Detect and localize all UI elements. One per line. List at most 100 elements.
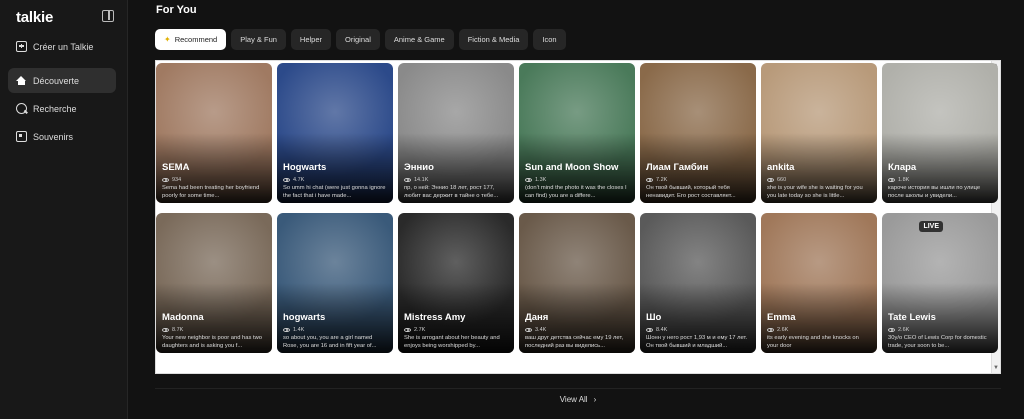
search-icon [16, 103, 27, 114]
eye-icon [404, 177, 411, 183]
character-card[interactable]: LIVE Tate Lewis 2.6K 30y/o CEO of Lewis Cor… [882, 213, 998, 353]
view-count: 7.2K [656, 177, 668, 183]
eye-icon [646, 327, 653, 333]
tab-fiction-media[interactable]: Fiction & Media [458, 29, 529, 50]
card-name: Tate Lewis [888, 312, 936, 323]
card-description: its early evening and she knocks on your… [767, 335, 859, 349]
home-icon [16, 75, 26, 86]
sidebar-item-label: Recherche [33, 103, 77, 114]
card-views: 1.3K [525, 177, 546, 183]
card-name: Emma [767, 312, 796, 323]
sidebar-item-decouverte[interactable]: Découverte [8, 68, 116, 93]
create-talkie-button[interactable]: Créer un Talkie [8, 34, 116, 59]
card-description: кароче история вы ишли по улице после шк… [888, 185, 981, 199]
character-card[interactable]: Mistress Amy 2.7K She is arrogant about he… [398, 213, 514, 353]
character-card[interactable]: hogwarts 1.4K so about you, you are a girl… [277, 213, 393, 353]
view-count: 934 [172, 177, 182, 183]
character-card[interactable]: Hogwarts 4.7K So umm hi chat (were just go… [277, 63, 393, 203]
eye-icon [162, 177, 169, 183]
card-description: 30y/o CEO of Lewis Corp for domestic tra… [888, 335, 987, 349]
eye-icon [283, 177, 290, 183]
card-description: пр, о ней: Эннио 18 лет, рост 177, любит… [404, 185, 499, 199]
sidebar-item-souvenirs[interactable]: Souvenirs [8, 124, 116, 149]
card-description: (don't mind the photo it was the closes … [525, 185, 627, 199]
card-name: hogwarts [283, 312, 326, 323]
card-name: Madonna [162, 312, 204, 323]
card-name: Шо [646, 312, 662, 323]
character-card[interactable]: Лиам Гамбин 7.2K Он твой бывший, который т… [640, 63, 756, 203]
tab-icon[interactable]: Icon [533, 29, 566, 50]
card-description: she is your wife she is waiting for you … [767, 185, 863, 199]
eye-icon [525, 327, 532, 333]
view-count: 2.6K [898, 327, 910, 333]
tab-play-fun[interactable]: Play & Fun [231, 29, 286, 50]
card-name: ankita [767, 162, 795, 173]
tab-original[interactable]: Original [336, 29, 380, 50]
eye-icon [888, 177, 895, 183]
character-card[interactable]: SEMA 934 Sema had been treating her boyfri… [156, 63, 272, 203]
eye-icon [646, 177, 653, 183]
view-all-label: View All [559, 395, 588, 404]
view-count: 1.4K [293, 327, 305, 333]
card-views: 8.4K [646, 327, 667, 333]
card-views: 8.7K [162, 327, 183, 333]
view-count: 660 [777, 177, 787, 183]
card-description: Sema had been treating her boyfriend poo… [162, 185, 260, 199]
view-all-button[interactable]: View All › [155, 388, 1001, 410]
sidebar-item-label: Découverte [33, 75, 80, 86]
view-count: 2.7K [414, 327, 426, 333]
card-description: So umm hi chat (were just gonna ignore t… [283, 185, 386, 199]
view-count: 1.3K [535, 177, 547, 183]
character-card[interactable]: Даня 3.4K ваш друг детства сейчас ему 19 л… [519, 213, 635, 353]
collapse-sidebar-icon[interactable] [102, 10, 114, 22]
sidebar-item-recherche[interactable]: Recherche [8, 96, 116, 121]
sidebar: talkie Créer un Talkie Découverte Recher… [0, 0, 128, 419]
character-card[interactable]: Emma 2.6K its early evening and she knocks… [761, 213, 877, 353]
star-icon: ✦ [164, 35, 171, 44]
card-name: SEMA [162, 162, 190, 173]
card-description: Your new neighbor is poor and has two da… [162, 335, 263, 349]
app-logo[interactable]: talkie [16, 9, 53, 26]
card-name: Даня [525, 312, 549, 323]
card-views: 1.8K [888, 177, 909, 183]
eye-icon [888, 327, 895, 333]
card-views: 2.6K [767, 327, 788, 333]
chevron-right-icon: › [593, 395, 597, 404]
card-name: Sun and Moon Show [525, 162, 619, 173]
card-views: 4.7K [283, 177, 304, 183]
eye-icon [283, 327, 290, 333]
character-card[interactable]: Madonna 8.7K Your new neighbor is poor and… [156, 213, 272, 353]
scroll-down-icon[interactable]: ▼ [993, 365, 999, 371]
card-views: 1.4K [283, 327, 304, 333]
character-card[interactable]: Шо 8.4K Шонн у него рост 1,93 м и ему 17 л… [640, 213, 756, 353]
card-name: Лиам Гамбин [646, 162, 709, 173]
section-title: For You [156, 4, 197, 16]
view-count: 1.8K [898, 177, 910, 183]
card-name: Mistress Amy [404, 312, 466, 323]
live-badge: LIVE [919, 221, 943, 232]
tab-anime-game[interactable]: Anime & Game [384, 29, 454, 50]
card-description: so about you, you are a girl named Rose,… [283, 335, 377, 349]
character-grid: › ▲ ▼ SEMA934Sema had been treating her … [155, 60, 1001, 374]
eye-icon [162, 327, 169, 333]
card-description: Он твой бывший, который тебя ненавидит. … [646, 185, 736, 199]
card-views: 3.4K [525, 327, 546, 333]
character-card[interactable]: ankita 660 she is your wife she is waiting… [761, 63, 877, 203]
eye-icon [767, 327, 774, 333]
tab-recommend[interactable]: ✦ Recommend [155, 29, 227, 50]
eye-icon [525, 177, 532, 183]
card-description: ваш друг детства сейчас ему 19 лет, посл… [525, 335, 624, 349]
card-description: She is arrogant about her beauty and enj… [404, 335, 500, 349]
tab-helper[interactable]: Helper [290, 29, 332, 50]
card-views: 934 [162, 177, 181, 183]
character-card[interactable]: Клара 1.8K кароче история вы ишли по улице… [882, 63, 998, 203]
card-views: 7.2K [646, 177, 667, 183]
view-count: 4.7K [293, 177, 305, 183]
view-count: 8.4K [656, 327, 668, 333]
card-views: 2.7K [404, 327, 425, 333]
tab-label: Recommend [174, 35, 218, 44]
character-card[interactable]: Sun and Moon Show 1.3K (don't mind the pho… [519, 63, 635, 203]
main-content: For You ✦ Recommend Play & Fun Helper Or… [128, 0, 1024, 419]
card-name: Hogwarts [283, 162, 327, 173]
character-card[interactable]: Эннио 14.1K пр, о ней: Эннио 18 лет, рост … [398, 63, 514, 203]
